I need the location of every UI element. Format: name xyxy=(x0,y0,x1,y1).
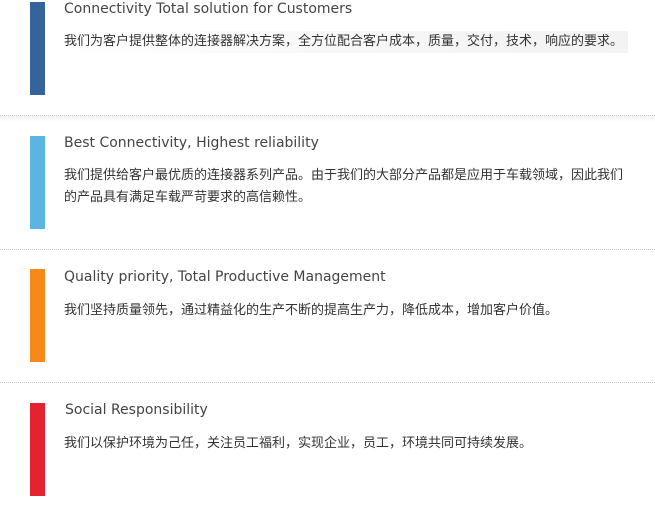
accent-bar-2 xyxy=(30,136,45,229)
feature-section-2: Best Connectivity, Highest reliability 我… xyxy=(0,116,655,249)
accent-bar-3 xyxy=(30,269,45,362)
feature-section-4: Social Responsibility 我们以保护环境为己任，关注员工福利，… xyxy=(0,383,655,523)
feature-section-1: Connectivity Total solution for Customer… xyxy=(0,0,655,115)
section-title-2: Best Connectivity, Highest reliability xyxy=(64,135,319,151)
section-description-1: 我们为客户提供整体的连接器解决方案，全方位配合客户成本，质量，交付，技术，响应的… xyxy=(64,31,628,53)
section-title-4: Social Responsibility xyxy=(65,402,208,418)
accent-bar-4 xyxy=(30,403,45,496)
section-title-1: Connectivity Total solution for Customer… xyxy=(64,1,353,17)
feature-section-3: Quality priority, Total Productive Manag… xyxy=(0,250,655,382)
accent-bar-1 xyxy=(30,2,45,95)
section-description-2: 我们提供给客户最优质的连接器系列产品。由于我们的大部分产品都是应用于车载领域，因… xyxy=(64,168,624,205)
section-title-3: Quality priority, Total Productive Manag… xyxy=(64,269,386,285)
section-description-4: 我们以保护环境为己任，关注员工福利，实现企业，员工，环境共同可持续发展。 xyxy=(64,436,533,451)
section-description-3: 我们坚持质量领先，通过精益化的生产不断的提高生产力，降低成本，增加客户价值。 xyxy=(64,303,559,318)
